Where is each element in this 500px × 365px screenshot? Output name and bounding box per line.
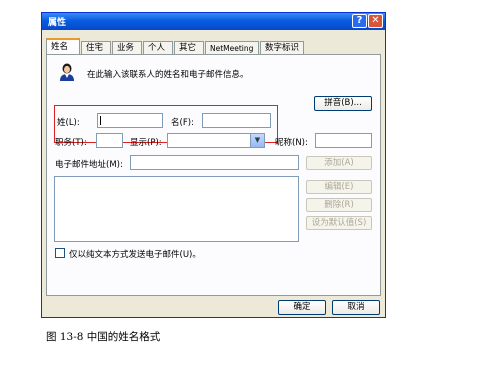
surname-field[interactable] xyxy=(97,113,163,128)
title-label: 职务(T): xyxy=(55,138,87,148)
delete-button[interactable]: 删除(R) xyxy=(306,198,372,212)
tab-business[interactable]: 业务 xyxy=(112,41,142,54)
edit-button[interactable]: 编辑(E) xyxy=(306,180,372,194)
help-button[interactable]: ? xyxy=(352,14,367,28)
figure-caption: 图 13-8 中国的姓名格式 xyxy=(46,331,161,343)
tab-other[interactable]: 其它 xyxy=(174,41,204,54)
nickname-label: 昵称(N): xyxy=(275,138,308,148)
properties-dialog: 属性 ? ✕ 姓名 住宅 业务 个人 其它 NetMeeting 数字标识 在此… xyxy=(41,12,386,318)
nickname-field[interactable] xyxy=(315,133,372,148)
text-cursor xyxy=(100,116,101,125)
add-button[interactable]: 添加(A) xyxy=(306,156,372,170)
display-select[interactable]: ▼ xyxy=(167,133,265,148)
given-name-field[interactable] xyxy=(202,113,271,128)
given-name-label: 名(F): xyxy=(171,118,194,128)
pinyin-button[interactable]: 拼音(B)... xyxy=(314,96,372,111)
title-field[interactable] xyxy=(96,133,123,148)
email-list[interactable] xyxy=(54,176,299,242)
title-bar: 属性 ? ✕ xyxy=(42,13,385,30)
tab-name[interactable]: 姓名 xyxy=(46,38,80,55)
cancel-button[interactable]: 取消 xyxy=(332,300,380,315)
close-button[interactable]: ✕ xyxy=(368,14,383,28)
surname-label: 姓(L): xyxy=(57,118,80,128)
chevron-down-icon[interactable]: ▼ xyxy=(250,134,264,147)
dialog-title: 属性 xyxy=(48,18,67,28)
intro-text: 在此输入该联系人的姓名和电子邮件信息。 xyxy=(87,70,249,80)
set-default-button[interactable]: 设为默认值(S) xyxy=(306,216,372,230)
contact-person-icon xyxy=(60,63,74,81)
tab-personal[interactable]: 个人 xyxy=(143,41,173,54)
tab-netmeeting[interactable]: NetMeeting xyxy=(205,41,259,54)
tab-home[interactable]: 住宅 xyxy=(81,41,111,54)
plain-text-checkbox[interactable] xyxy=(55,248,65,258)
ok-button[interactable]: 确定 xyxy=(278,300,326,315)
plain-text-label: 仅以纯文本方式发送电子邮件(U)。 xyxy=(69,250,201,260)
display-label: 显示(P): xyxy=(130,138,162,148)
email-field[interactable] xyxy=(130,155,299,170)
email-label: 电子邮件地址(M): xyxy=(55,160,123,170)
tab-digital-id[interactable]: 数字标识 xyxy=(260,41,304,54)
